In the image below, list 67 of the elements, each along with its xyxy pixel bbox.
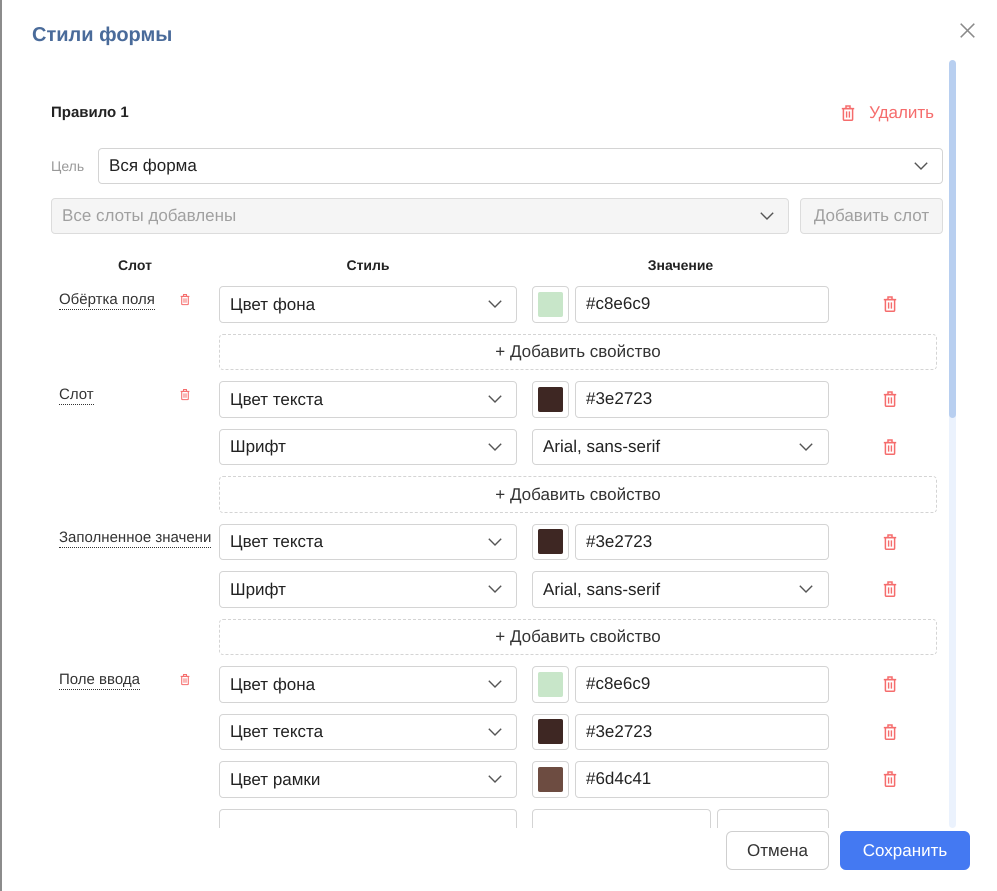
trash-icon[interactable]: [883, 676, 897, 692]
color-picker-button[interactable]: [532, 714, 569, 750]
style-select[interactable]: Цвет фона: [219, 666, 517, 702]
style-select[interactable]: Цвет фона: [219, 286, 517, 322]
chevron-down-icon: [799, 585, 813, 594]
chevron-down-icon: [799, 442, 813, 451]
trash-icon[interactable]: [883, 534, 897, 550]
add-property-button[interactable]: + Добавить свойство: [219, 476, 937, 512]
rule-title: Правило 1: [51, 102, 129, 123]
style-select[interactable]: [219, 808, 517, 828]
style-select[interactable]: Шрифт: [219, 571, 517, 608]
chevron-down-icon: [488, 395, 502, 404]
trash-icon[interactable]: [883, 581, 897, 598]
style-select[interactable]: Шрифт: [219, 428, 517, 465]
cancel-button[interactable]: Отмена: [726, 831, 829, 870]
scrollbar-thumb[interactable]: [949, 60, 956, 418]
chevron-down-icon: [760, 212, 774, 220]
dialog-title: Стили формы: [32, 23, 172, 47]
target-select[interactable]: Вся форма: [98, 148, 943, 184]
font-select[interactable]: Arial, sans-serif: [532, 571, 829, 608]
chevron-down-icon: [488, 728, 502, 736]
hex-input[interactable]: #3e2723: [575, 381, 829, 418]
style-select[interactable]: Цвет текста: [219, 524, 517, 560]
trash-icon[interactable]: [180, 388, 190, 401]
chevron-down-icon: [488, 442, 502, 451]
add-property-button[interactable]: + Добавить свойство: [219, 618, 937, 655]
hex-input[interactable]: #c8e6c9: [575, 286, 829, 322]
font-select[interactable]: Arial, sans-serif: [532, 428, 829, 465]
column-header: Стиль: [346, 256, 390, 274]
hex-input[interactable]: #3e2723: [575, 714, 829, 750]
hex-input[interactable]: #3e2723: [575, 524, 829, 560]
trash-icon[interactable]: [180, 293, 190, 306]
color-picker-button[interactable]: [532, 286, 569, 322]
chevron-down-icon: [488, 775, 502, 784]
chevron-down-icon: [488, 538, 502, 546]
save-button[interactable]: Сохранить: [840, 831, 970, 870]
trash-icon[interactable]: [883, 391, 897, 408]
hex-input[interactable]: #6d4c41: [575, 761, 829, 798]
slot-label: Слот: [59, 386, 94, 405]
close-icon[interactable]: [960, 23, 975, 38]
color-picker-button[interactable]: [532, 666, 569, 702]
value-field[interactable]: [532, 808, 711, 828]
target-label: Цель: [51, 156, 86, 176]
trash-icon[interactable]: [841, 105, 856, 121]
hex-input[interactable]: #c8e6c9: [575, 666, 829, 702]
value-field[interactable]: [717, 808, 829, 828]
chevron-down-icon: [488, 680, 502, 688]
color-picker-button[interactable]: [532, 524, 569, 560]
chevron-down-icon: [488, 585, 502, 594]
style-select[interactable]: Цвет рамки: [219, 761, 517, 798]
chevron-down-icon: [488, 300, 502, 308]
chevron-down-icon: [914, 162, 928, 170]
color-picker-button[interactable]: [532, 381, 569, 418]
slot-label: Обёртка поля: [59, 291, 155, 310]
column-header: Значение: [648, 256, 714, 274]
style-select[interactable]: Цвет текста: [219, 714, 517, 750]
add-property-button[interactable]: + Добавить свойство: [219, 334, 937, 370]
trash-icon[interactable]: [883, 771, 897, 788]
color-picker-button[interactable]: [532, 761, 569, 798]
column-header: Слот: [118, 256, 152, 274]
slot-label: Заполненное значени: [59, 528, 212, 548]
slot-label: Поле ввода: [59, 671, 140, 690]
trash-icon[interactable]: [883, 438, 897, 455]
trash-icon[interactable]: [180, 673, 190, 686]
trash-icon[interactable]: [883, 296, 897, 312]
style-select[interactable]: Цвет текста: [219, 381, 517, 418]
trash-icon[interactable]: [883, 724, 897, 740]
